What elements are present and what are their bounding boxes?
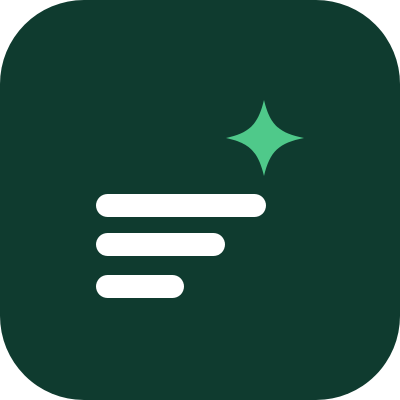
app-icon[interactable] xyxy=(0,0,400,400)
text-line-long xyxy=(96,194,266,217)
text-line-short xyxy=(96,275,184,298)
app-icon-svg xyxy=(0,0,400,400)
icon-canvas xyxy=(0,0,400,400)
text-line-medium xyxy=(96,233,225,256)
